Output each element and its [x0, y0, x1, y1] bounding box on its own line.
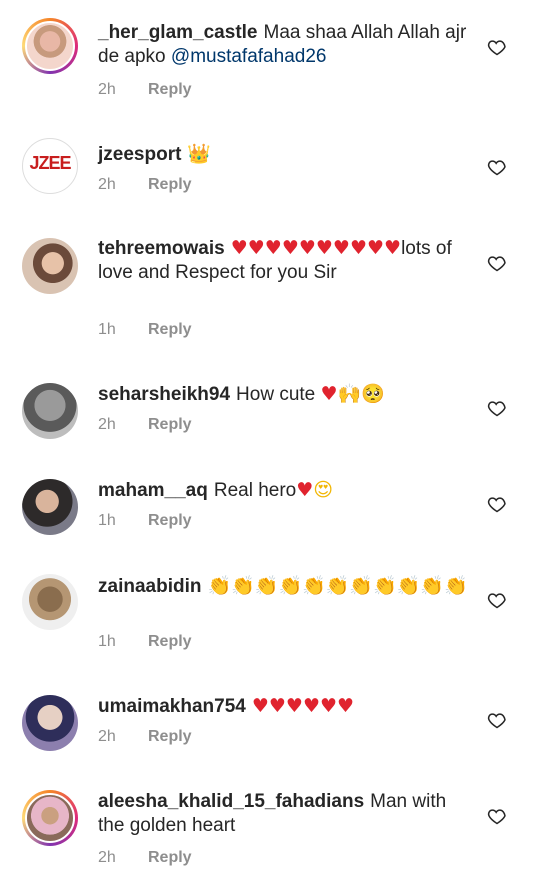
red-heart-emojis: ♥♥♥♥♥♥	[251, 695, 355, 717]
avatar[interactable]	[22, 790, 78, 846]
clap-emojis: 👏👏👏👏👏👏👏👏👏👏👏	[207, 575, 468, 597]
comment-meta: 2h Reply	[98, 81, 192, 99]
avatar[interactable]	[22, 574, 78, 630]
avatar[interactable]	[22, 695, 78, 751]
heart-outline-icon[interactable]	[487, 806, 507, 826]
avatar[interactable]	[22, 479, 78, 535]
reply-button[interactable]: Reply	[148, 176, 192, 193]
heart-outline-icon[interactable]	[487, 710, 507, 730]
red-heart-emoji: ♥	[320, 383, 338, 405]
username-link[interactable]: _her_glam_castle	[98, 22, 258, 43]
comment-meta: 2h Reply	[98, 728, 192, 746]
heart-outline-icon[interactable]	[487, 494, 507, 514]
reply-button[interactable]: Reply	[148, 321, 192, 338]
timestamp: 2h	[98, 728, 116, 745]
comment-text: aleesha_khalid_15_fahadians Man with the …	[98, 790, 468, 838]
comment-text: umaimakhan754 ♥♥♥♥♥♥	[98, 694, 468, 719]
username-link[interactable]: tehreemowais	[98, 238, 225, 259]
username-link[interactable]: jzeesport	[98, 144, 181, 165]
timestamp: 2h	[98, 176, 116, 193]
heart-eyes-emoji: 😍	[313, 479, 334, 501]
avatar[interactable]: JZEE	[22, 138, 78, 194]
avatar[interactable]	[22, 18, 78, 74]
emoji-group: 🙌🥺	[337, 383, 385, 405]
comment-meta: 1h Reply	[98, 512, 192, 530]
comment-text: zainaabidin 👏👏👏👏👏👏👏👏👏👏👏	[98, 574, 468, 599]
username-link[interactable]: seharsheikh94	[98, 384, 230, 405]
heart-outline-icon[interactable]	[487, 590, 507, 610]
timestamp: 1h	[98, 633, 116, 650]
timestamp: 2h	[98, 849, 116, 866]
reply-button[interactable]: Reply	[148, 81, 192, 98]
mention-link[interactable]: @mustafafahad26	[171, 46, 327, 67]
reply-button[interactable]: Reply	[148, 512, 192, 529]
username-link[interactable]: maham__aq	[98, 480, 208, 501]
heart-outline-icon[interactable]	[487, 253, 507, 273]
reply-button[interactable]: Reply	[148, 416, 192, 433]
avatar[interactable]	[22, 238, 78, 294]
comment-meta: 1h Reply	[98, 633, 192, 651]
comment-text: jzeesport 👑	[98, 142, 468, 167]
timestamp: 2h	[98, 81, 116, 98]
heart-outline-icon[interactable]	[487, 37, 507, 57]
username-link[interactable]: aleesha_khalid_15_fahadians	[98, 791, 364, 812]
comment-meta: 2h Reply	[98, 849, 192, 867]
comment-body: Real hero	[213, 480, 297, 501]
timestamp: 1h	[98, 512, 116, 529]
username-link[interactable]: umaimakhan754	[98, 696, 246, 717]
crown-emoji: 👑	[187, 143, 212, 165]
comment-body: How cute	[236, 384, 316, 405]
avatar[interactable]	[22, 383, 78, 439]
comment-meta: 1h Reply	[98, 321, 192, 339]
comment-meta: 2h Reply	[98, 416, 192, 434]
reply-button[interactable]: Reply	[148, 633, 192, 650]
username-link[interactable]: zainaabidin	[98, 576, 201, 597]
reply-button[interactable]: Reply	[148, 728, 192, 745]
timestamp: 1h	[98, 321, 116, 338]
comment-text: seharsheikh94 How cute ♥🙌🥺	[98, 382, 468, 407]
red-heart-emoji: ♥	[296, 479, 314, 501]
comment-meta: 2h Reply	[98, 176, 192, 194]
comment-text: _her_glam_castle Maa shaa Allah Allah ajr…	[98, 21, 468, 69]
heart-outline-icon[interactable]	[487, 398, 507, 418]
avatar-logo-text: JZEE	[29, 153, 71, 173]
red-heart-emojis: ♥♥♥♥♥♥♥♥♥♥	[230, 237, 402, 259]
comment-text: maham__aq Real hero♥😍	[98, 478, 468, 503]
heart-outline-icon[interactable]	[487, 157, 507, 177]
comment-text: tehreemowais ♥♥♥♥♥♥♥♥♥♥lots of love and R…	[98, 236, 468, 285]
reply-button[interactable]: Reply	[148, 849, 192, 866]
timestamp: 2h	[98, 416, 116, 433]
